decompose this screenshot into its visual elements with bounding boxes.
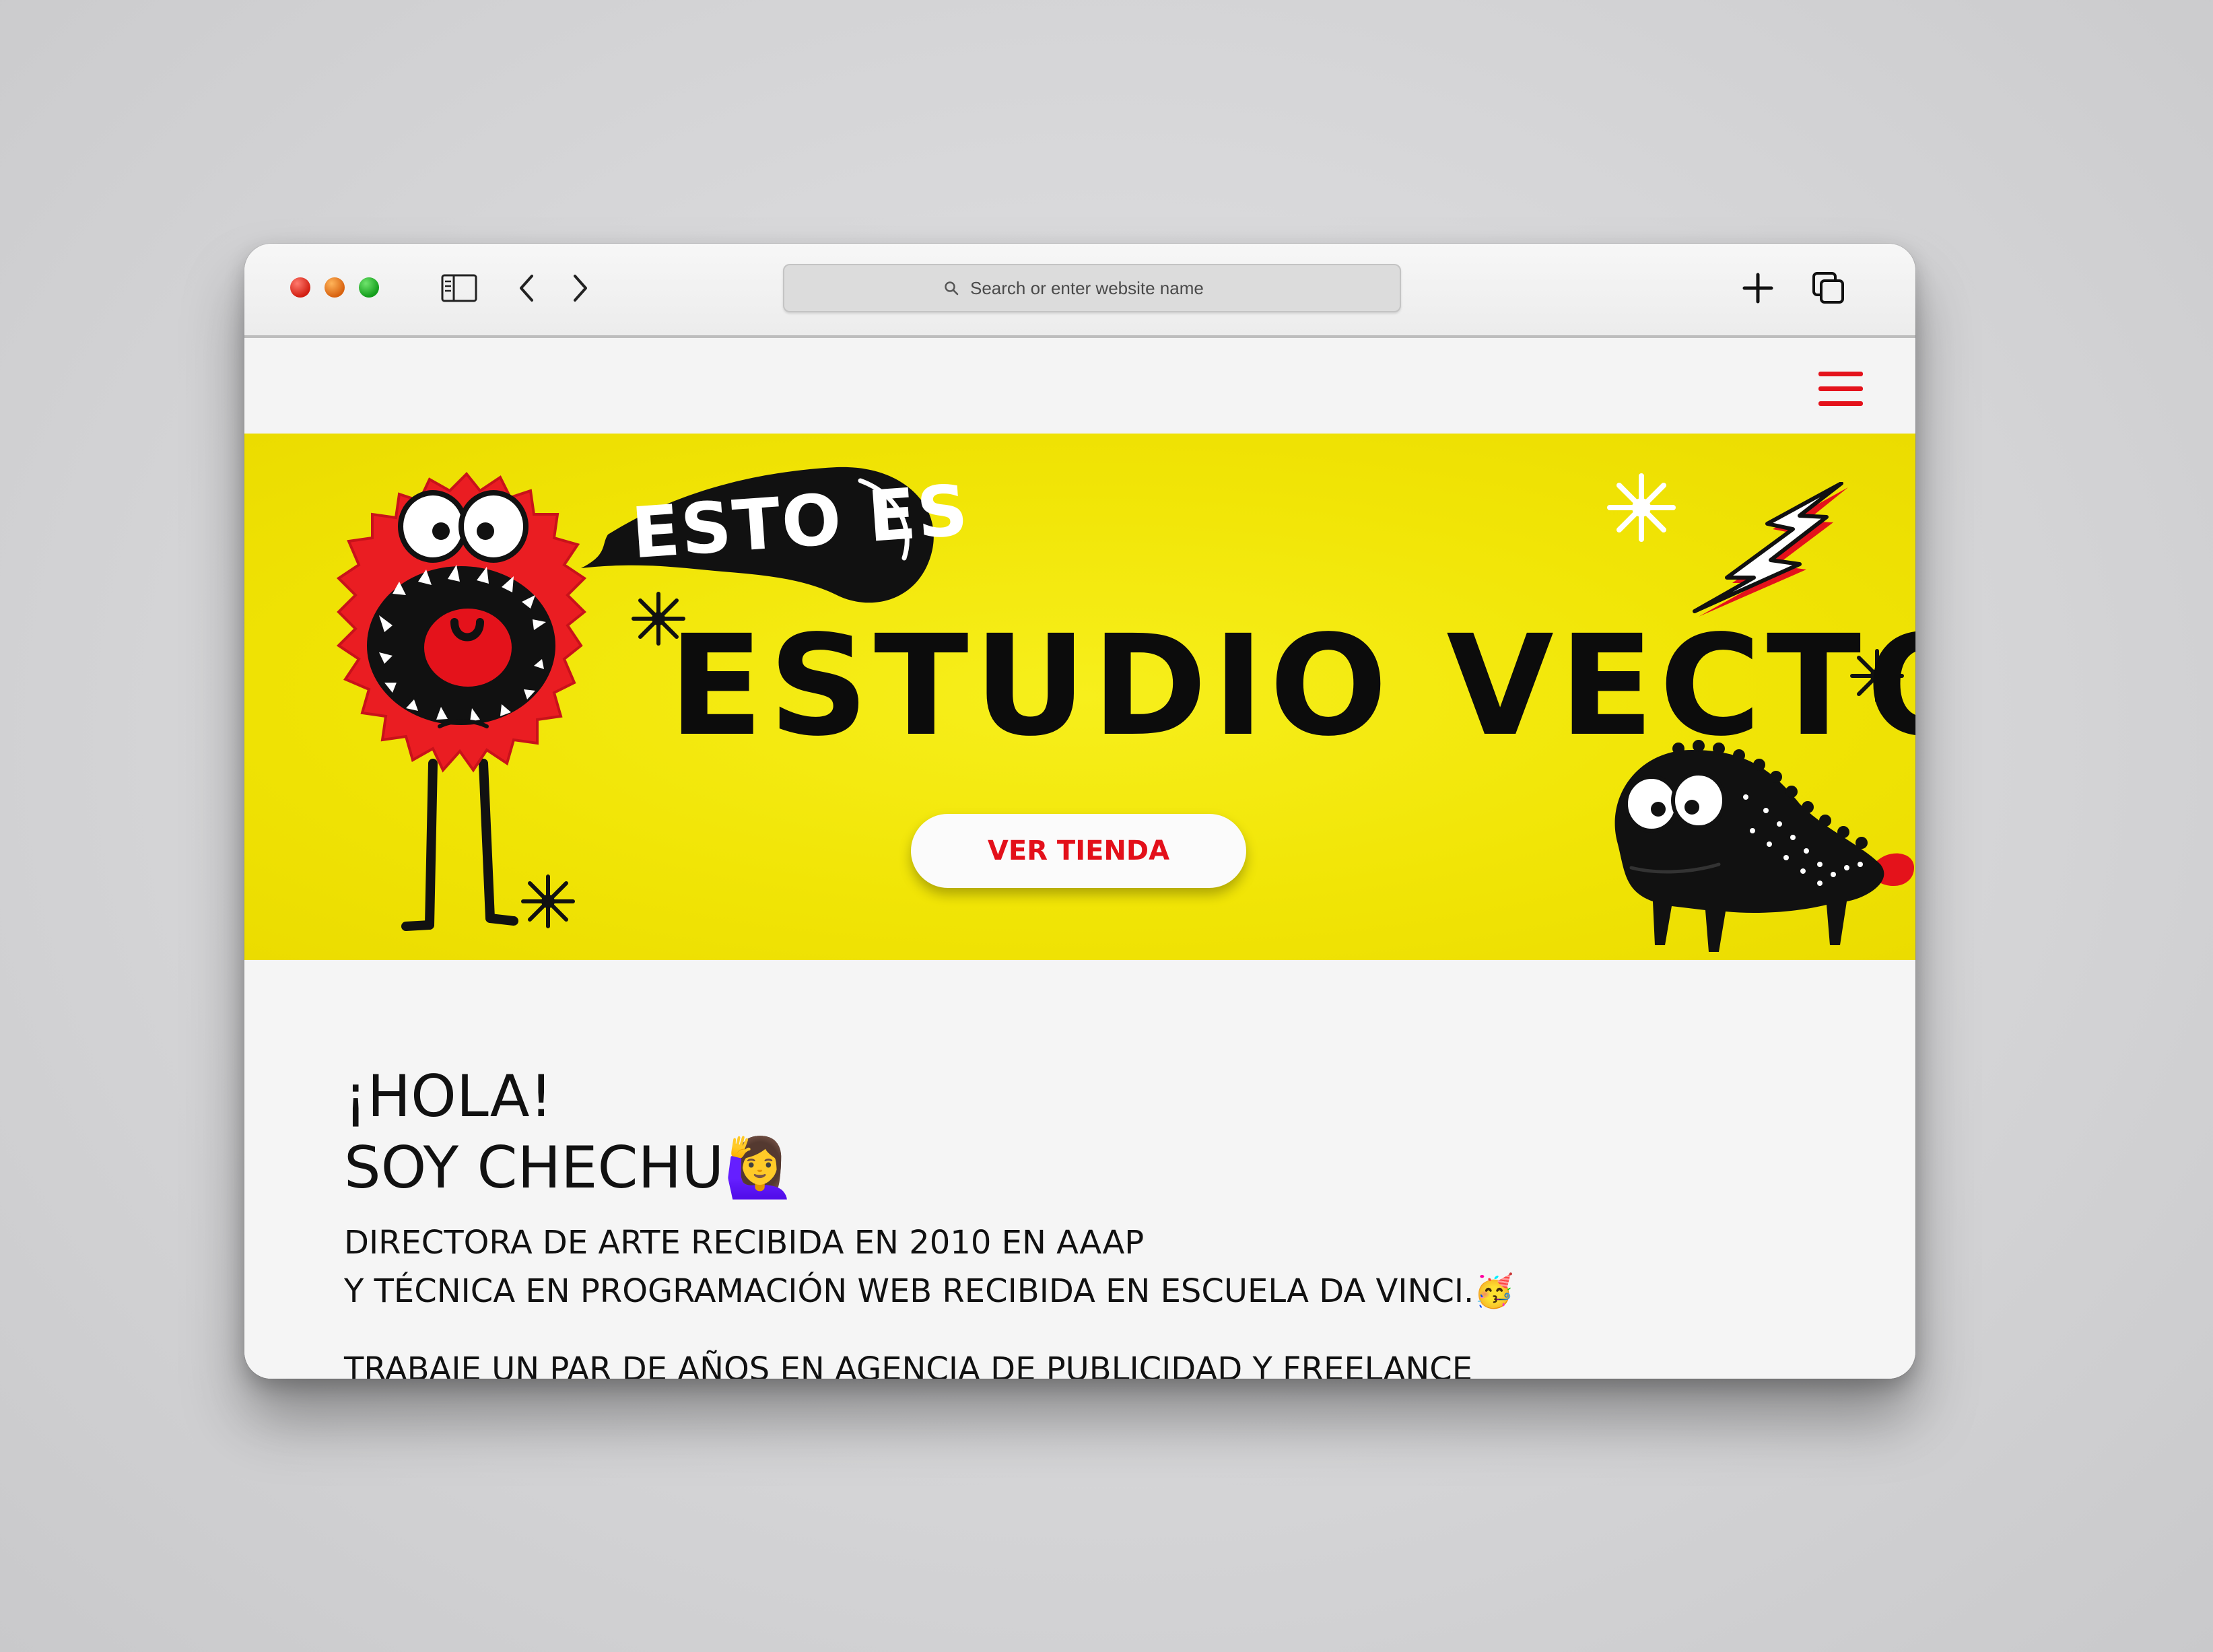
bio-line-3: TRABAJE UN PAR DE AÑOS EN AGENCIA DE PUB… — [344, 1350, 1473, 1379]
bio-line-1: DIRECTORA DE ARTE RECIBIDA EN 2010 EN AA… — [344, 1224, 1145, 1262]
sidebar-icon[interactable] — [440, 269, 478, 307]
star-sparkle-icon — [1607, 473, 1676, 542]
hero-banner: ESTO ES ESTUDIO VECT VER TIENDA — [244, 434, 1915, 960]
search-icon — [945, 281, 959, 296]
address-bar[interactable] — [783, 264, 1401, 312]
minimize-window-button[interactable] — [325, 277, 345, 298]
search-input[interactable] — [969, 277, 1241, 300]
chevron-right-icon[interactable] — [561, 269, 599, 307]
chevron-left-icon[interactable] — [509, 269, 547, 307]
greeting-line-1: ¡HOLA! — [344, 1063, 553, 1130]
browser-toolbar — [244, 244, 1915, 338]
lightning-bolt-icon — [1693, 482, 1848, 617]
red-monster-illustration — [336, 472, 587, 931]
asterisk-doodle-icon — [521, 874, 575, 928]
greeting-heading: ¡HOLA! SOY CHECHU🙋‍♀️ — [344, 1061, 796, 1204]
maximize-window-button[interactable] — [359, 277, 379, 298]
browser-window: ESTO ES — [244, 244, 1915, 1379]
site-header — [244, 338, 1915, 434]
bio-line-2: Y TÉCNICA EN PROGRAMACIÓN WEB RECIBIDA E… — [344, 1272, 1515, 1310]
intro-section: ¡HOLA! SOY CHECHU🙋‍♀️ DIRECTORA DE ARTE … — [244, 960, 1915, 1379]
close-window-button[interactable] — [290, 277, 310, 298]
black-monster-illustration — [1614, 740, 1914, 952]
plus-icon[interactable] — [1739, 269, 1777, 307]
bio-text: DIRECTORA DE ARTE RECIBIDA EN 2010 EN AA… — [344, 1218, 1514, 1379]
tabs-overview-icon[interactable] — [1810, 269, 1847, 307]
ver-tienda-button[interactable]: VER TIENDA — [911, 814, 1246, 888]
hamburger-menu-icon[interactable] — [1818, 372, 1863, 409]
greeting-line-2: SOY CHECHU🙋‍♀️ — [344, 1134, 796, 1202]
